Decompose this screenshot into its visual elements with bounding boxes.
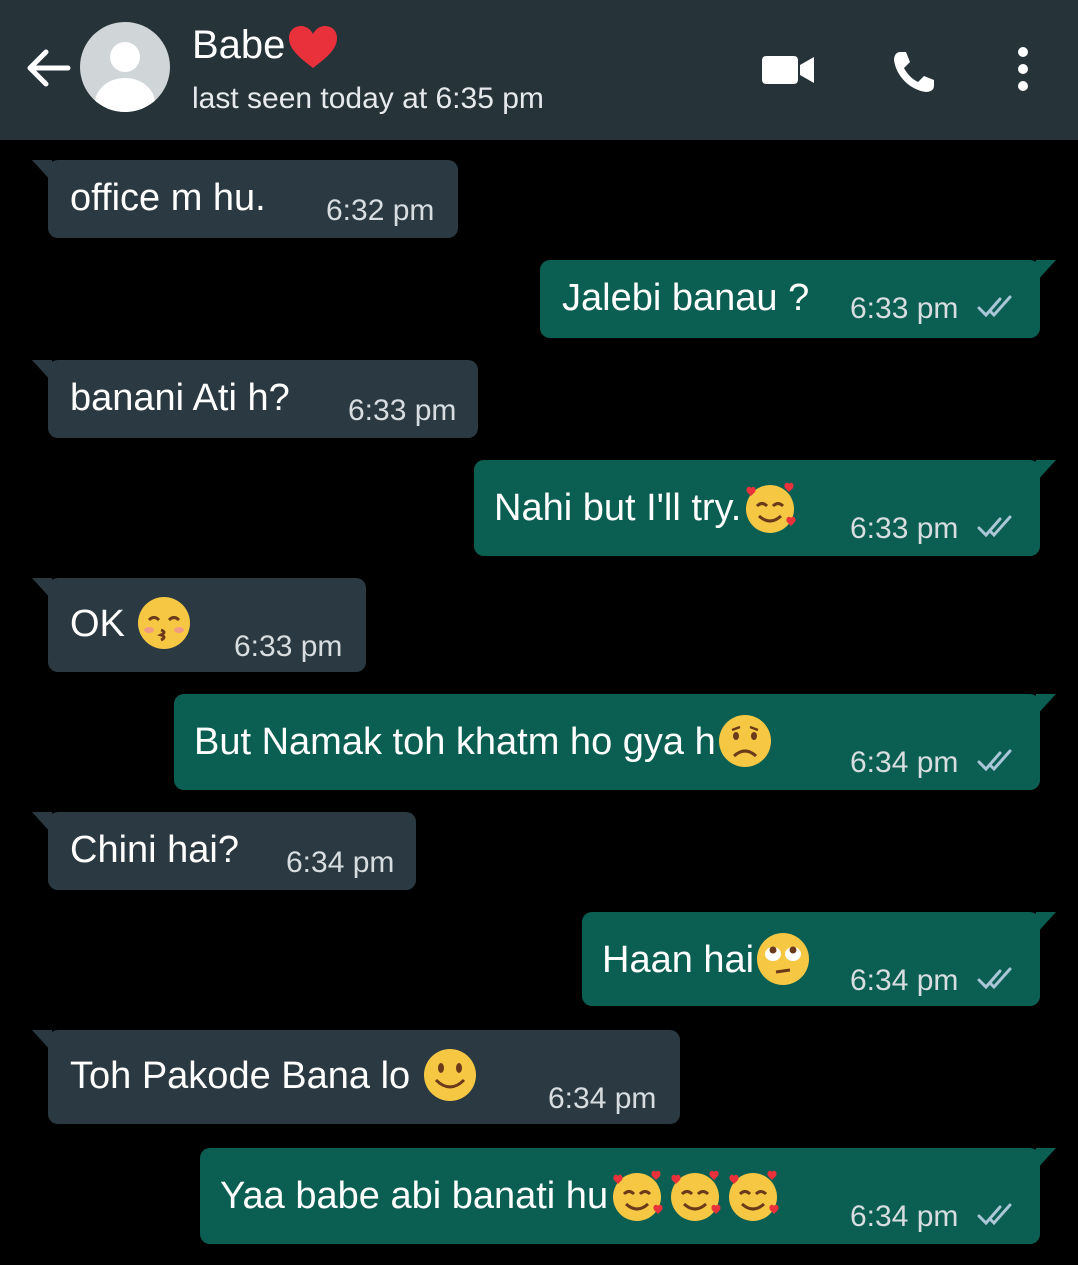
kissing-face-emoji-icon [138,597,191,649]
message-text: banani Ati h? [70,377,290,419]
avatar-body-shape [95,78,155,112]
message-time: 6:32 pm [326,194,435,227]
back-arrow-icon[interactable] [22,44,72,92]
message-text: Haan hai [602,933,812,988]
message-bubble-outgoing[interactable]: Haan hai 6:34 pm [582,912,1056,1006]
double-check-read-icon [977,515,1012,538]
contact-name-row[interactable]: Babe [192,20,339,70]
double-check-read-icon [977,295,1012,318]
chat-header: Babe last seen today at 6:35 pm [0,0,1078,140]
message-time: 6:33 pm [850,292,959,325]
message-text: Nahi but I'll try. [494,482,799,536]
message-time: 6:33 pm [850,512,959,545]
message-text-content: Yaa babe abi banati hu [220,1175,609,1218]
message-bubble-incoming[interactable]: office m hu. 6:32 pm [32,160,458,238]
message-text-content: But Namak toh khatm ho gya h [194,721,716,764]
message-bubble-incoming[interactable]: banani Ati h? 6:33 pm [32,360,478,438]
message-text: OK [70,597,193,652]
message-time: 6:34 pm [548,1082,657,1115]
message-time: 6:34 pm [850,746,959,779]
double-check-read-icon [977,749,1012,772]
message-text-content: Haan hai [602,939,755,982]
double-check-read-icon [977,1203,1012,1226]
smiling-face-with-hearts-emoji-icon [671,1170,721,1221]
video-call-icon[interactable] [760,52,816,88]
message-bubble-incoming[interactable]: Chini hai? 6:34 pm [32,812,416,890]
message-time: 6:34 pm [850,1200,959,1233]
message-time: 6:33 pm [348,394,457,427]
message-bubble-incoming[interactable]: OK 6:33 pm [32,578,366,672]
avatar-head-shape [110,42,140,72]
frowning-face-emoji-icon [718,715,771,767]
message-bubble-outgoing[interactable]: Jalebi banau ? 6:33 pm [540,260,1056,338]
message-text: office m hu. [70,177,266,219]
avatar[interactable] [80,22,170,112]
message-text: Toh Pakode Bana lo [70,1049,479,1104]
message-text: Chini hai? [70,829,239,871]
message-text: Yaa babe abi banati hu [220,1170,782,1224]
message-bubble-incoming[interactable]: Toh Pakode Bana lo 6:34 pm [32,1030,680,1124]
contact-name: Babe [192,23,286,67]
eye-roll-face-emoji-icon [757,933,810,985]
message-bubble-outgoing[interactable]: Yaa babe abi banati hu 6:34 pm [200,1148,1056,1244]
message-text: But Namak toh khatm ho gya h [194,715,774,770]
message-text: Jalebi banau ? [562,277,810,319]
double-check-read-icon [977,967,1012,990]
message-time: 6:34 pm [850,964,959,997]
smiling-face-with-hearts-emoji-icon [746,482,796,533]
smiling-face-emoji-icon [423,1049,476,1101]
message-bubble-outgoing[interactable]: Nahi but I'll try. 6:33 pm [474,460,1056,556]
message-time: 6:34 pm [286,846,395,879]
message-text-content: OK [70,603,125,646]
message-text-content: Toh Pakode Bana lo [70,1055,411,1098]
voice-call-icon[interactable] [890,48,938,96]
smiling-face-with-hearts-emoji-icon [729,1170,779,1221]
red-heart-icon [289,26,338,69]
message-text-content: Nahi but I'll try. [494,487,742,530]
message-time: 6:33 pm [234,630,343,663]
message-bubble-outgoing[interactable]: But Namak toh khatm ho gya h 6:34 pm [174,694,1056,790]
more-options-icon[interactable] [1010,44,1036,94]
last-seen-status: last seen today at 6:35 pm [192,82,544,115]
smiling-face-with-hearts-emoji-icon [613,1170,663,1221]
